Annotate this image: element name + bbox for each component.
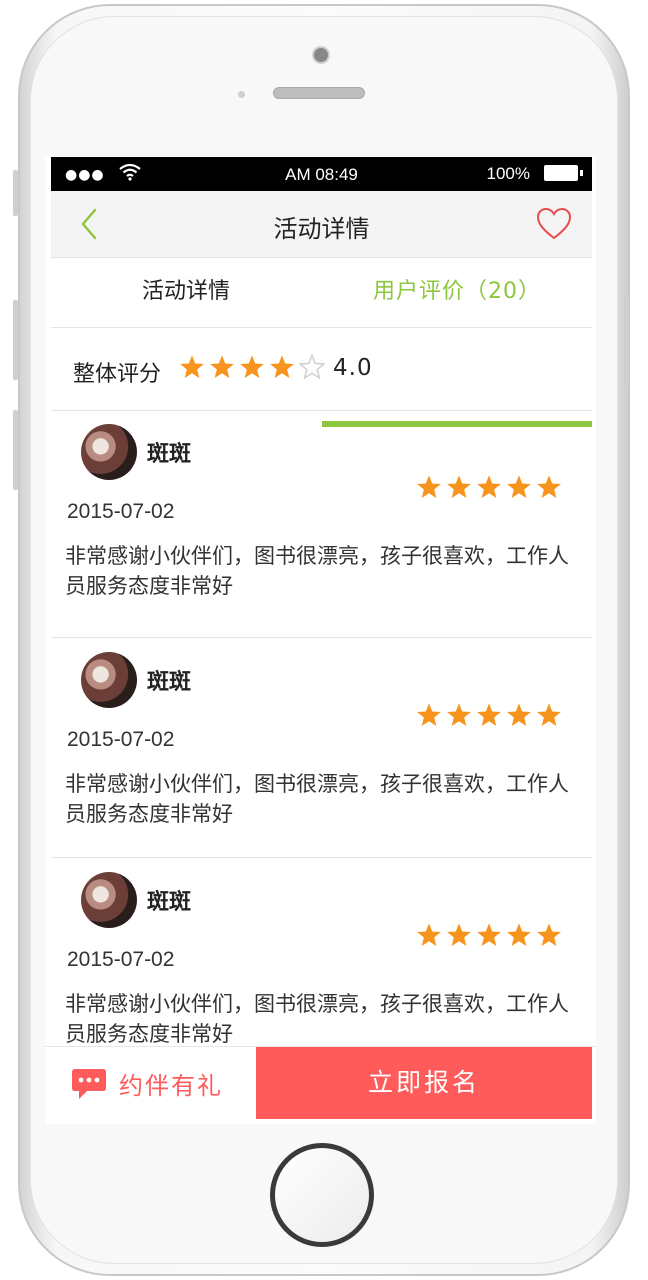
- bottom-action-bar: 约伴有礼 立即报名: [45, 1046, 596, 1124]
- overall-rating: 整体评分 4.0: [51, 328, 592, 411]
- review-username: 斑斑: [147, 670, 192, 695]
- star-icon: [477, 923, 501, 946]
- review-username: 斑斑: [147, 442, 192, 467]
- tab-user-reviews[interactable]: 用户评价（20）: [322, 257, 592, 327]
- star-icon: [417, 923, 441, 946]
- star-icon: [447, 923, 471, 946]
- star-icon: [240, 355, 264, 378]
- page-title: 活动详情: [273, 215, 370, 243]
- front-camera: [312, 46, 330, 64]
- avatar[interactable]: [81, 424, 137, 480]
- overall-stars: [179, 354, 329, 380]
- review-text: 非常感谢小伙伴们，图书很漂亮，孩子很喜欢，工作人员服务态度非常好: [65, 772, 569, 826]
- review-text: 非常感谢小伙伴们，图书很漂亮，孩子很喜欢，工作人员服务态度非常好: [65, 544, 569, 598]
- star-icon: [477, 475, 501, 498]
- star-icon: [417, 475, 441, 498]
- review-date: 2015-07-02: [67, 500, 175, 523]
- status-bar: ●●● AM 08:49 100%: [51, 157, 592, 191]
- invite-friends-button[interactable]: 约伴有礼: [45, 1047, 256, 1119]
- star-icon: [447, 475, 471, 498]
- overall-rating-label: 整体评分: [73, 362, 162, 387]
- star-icon: [447, 703, 471, 726]
- chat-bubble-icon: [72, 1069, 106, 1099]
- nav-bar: 活动详情: [51, 191, 592, 258]
- signup-button[interactable]: 立即报名: [256, 1047, 592, 1119]
- star-icon: [537, 923, 561, 946]
- proximity-sensor: [238, 91, 245, 98]
- review-stars: [416, 922, 566, 948]
- star-icon: [537, 475, 561, 498]
- star-icon: [299, 354, 325, 380]
- review-stars: [416, 702, 566, 728]
- home-button[interactable]: [270, 1143, 374, 1247]
- phone-mute-switch: [13, 170, 18, 216]
- app-screen: ●●● AM 08:49 100% 活动详情 活动详情 用户评价（20） 整体评…: [45, 157, 596, 1124]
- star-icon: [537, 703, 561, 726]
- earpiece-speaker: [273, 87, 365, 99]
- star-icon: [417, 703, 441, 726]
- review-username: 斑斑: [147, 890, 192, 915]
- avatar[interactable]: [81, 652, 137, 708]
- phone-volume-up: [13, 300, 18, 380]
- star-icon: [507, 923, 531, 946]
- phone-power-button: [624, 296, 629, 388]
- star-icon: [507, 475, 531, 498]
- phone-volume-down: [13, 410, 18, 490]
- avatar[interactable]: [81, 872, 137, 928]
- star-icon: [180, 355, 204, 378]
- review-date: 2015-07-02: [67, 948, 175, 971]
- overall-score: 4.0: [333, 355, 373, 381]
- battery-percent: 100%: [486, 164, 530, 183]
- heart-icon[interactable]: [536, 207, 572, 241]
- invite-label: 约伴有礼: [119, 1072, 223, 1100]
- tab-activity-details[interactable]: 活动详情: [51, 257, 321, 327]
- review-item: 斑斑 2015-07-02 非常感谢小伙伴们，图书很漂亮，孩子很喜欢，工作人员服…: [51, 638, 592, 858]
- review-text: 非常感谢小伙伴们，图书很漂亮，孩子很喜欢，工作人员服务态度非常好: [65, 992, 569, 1046]
- tab-bar: 活动详情 用户评价（20）: [51, 257, 592, 427]
- review-item: 斑斑 2015-07-02 非常感谢小伙伴们，图书很漂亮，孩子很喜欢，工作人员服…: [51, 410, 592, 638]
- review-stars: [416, 474, 566, 500]
- star-icon: [210, 355, 234, 378]
- battery-icon: [544, 165, 583, 181]
- star-icon: [507, 703, 531, 726]
- review-date: 2015-07-02: [67, 728, 175, 751]
- star-icon: [477, 703, 501, 726]
- star-icon: [270, 355, 294, 378]
